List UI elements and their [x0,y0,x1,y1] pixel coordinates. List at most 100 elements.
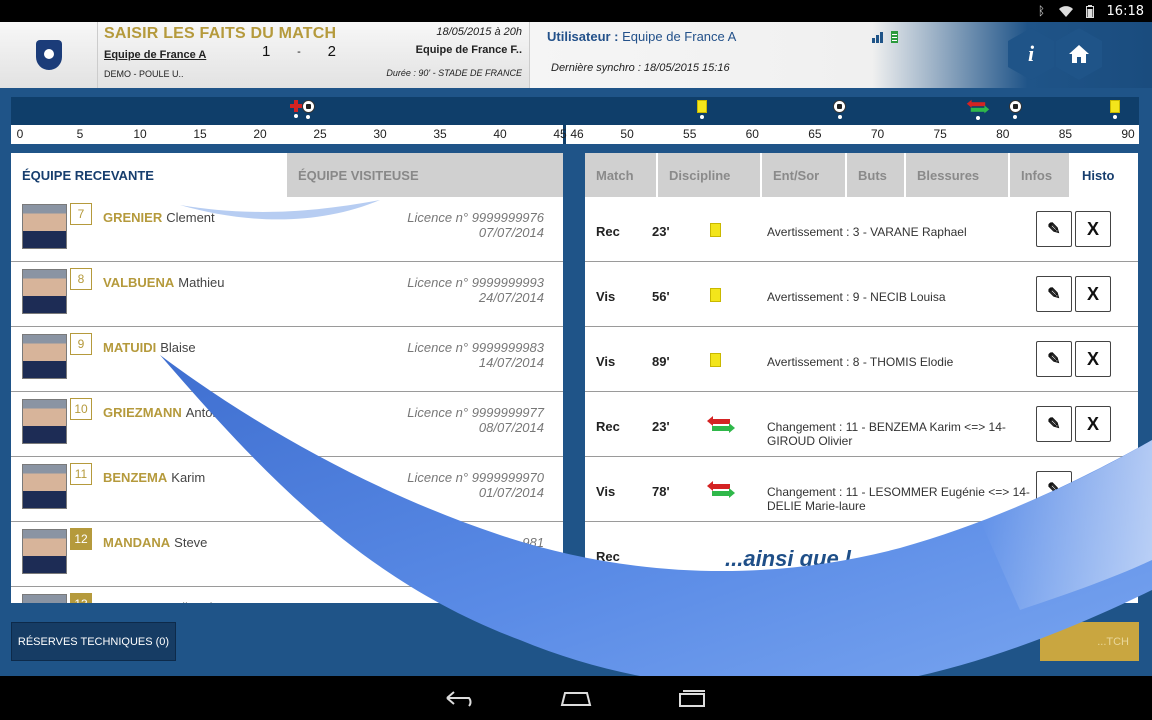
player-row[interactable]: 7 GRENIER Clement Licence n° 9999999976 07/0… [11,197,563,262]
tab-match[interactable]: Match [585,153,658,197]
delete-event-button[interactable]: X [1075,276,1111,312]
score: 1 - 2 [262,43,336,60]
player-row[interactable]: 12 MANDANA Steve ...981 [11,522,563,587]
player-row[interactable]: 8 VALBUENA Mathieu Licence n° 9999999993 24/… [11,262,563,327]
player-licence: Licence n° 9999999983 14/07/2014 [304,340,544,370]
timeline-tick: 20 [253,127,267,141]
timeline-tick: 85 [1058,127,1073,141]
home-nav-icon [560,692,592,706]
validate-match-button[interactable]: ...TCH [1040,622,1139,661]
close-icon: X [1086,283,1099,304]
edit-event-button[interactable]: ✎ [1036,471,1072,507]
app-screen: ᛒ 16:18 SAISIR LES FAITS DU MATCH 18/05/… [0,0,1152,720]
player-row[interactable]: 13 MANGALA Eliaquim Licence n° [11,587,563,603]
ball-icon [301,100,315,113]
info-icon: i [1027,41,1035,66]
page-title: SAISIR LES FAITS DU MATCH [104,25,337,42]
player-number: 12 [70,528,92,550]
tab-buts[interactable]: Buts [847,153,906,197]
event-row: Rec 23' Avertissement : 3 - VARANE Raphael… [585,197,1138,262]
event-row: Vis 56' Avertissement : 9 - NECIB Louisa ✎ X [585,262,1138,327]
timeline-tick: 65 [808,127,822,141]
player-number: 8 [70,268,92,290]
player-last-name: BENZEMA [103,470,168,485]
player-row[interactable]: 10 GRIEZMANN Antoi Licence n° 9999999977 08/… [11,392,563,457]
player-first-name: Mathieu [178,275,225,290]
timeline-tick: 0 [16,127,24,141]
player-last-name: MATUIDI [103,340,157,355]
team-tabs: ÉQUIPE RECEVANTE ÉQUIPE VISITEUSE [11,153,563,197]
delete-event-button[interactable]: X [1075,406,1111,442]
player-first-name: Clement [166,210,215,225]
licence-number: Licence n° [304,600,544,603]
match-events-panel: Match Discipline Ent/Sor Buts Blessures Infos… [585,153,1138,603]
player-first-name: Eliaquim [173,600,223,603]
back-button[interactable] [444,686,478,710]
home-icon [1069,45,1089,63]
home-nav-button[interactable] [558,686,594,710]
player-row[interactable]: 11 BENZEMA Karim Licence n° 9999999970 01/07… [11,457,563,522]
event-description: Avertissement : 8 - THOMIS Elodie [767,355,954,369]
licence-number: Licence n° 9999999983 [407,340,544,355]
timeline-event-goal[interactable] [1008,100,1022,122]
last-sync: Dernière synchro : 18/05/2015 15:16 [551,62,730,74]
event-description: Avertissement : 9 - NECIB Louisa [767,290,946,304]
event-row: Rec 23' Changement : 11 - BENZEMA Karim <=… [585,392,1138,457]
home-team-link[interactable]: Equipe de France A [104,49,206,61]
player-licence: Licence n° 9999999976 07/07/2014 [304,210,544,240]
player-licence: Licence n° [304,600,544,603]
match-timeline[interactable]: 0 5 10 15 20 25 30 35 40 45 46 50 55 60 65 70 75 80 85 90 [11,97,1139,144]
player-number: 13 [70,593,92,603]
pencil-icon: ✎ [1047,481,1061,498]
timeline-event-goal[interactable] [833,100,847,122]
pencil-icon: ✎ [1047,351,1061,368]
event-minute: 78' [652,484,670,499]
battery-level-icon [891,31,898,43]
player-name: GRENIER Clement [103,210,215,225]
delete-event-button[interactable]: X [1075,341,1111,377]
technical-reserves-button[interactable]: RÉSERVES TECHNIQUES (0) [11,622,176,661]
event-team: Vis [596,484,616,499]
event-team: Vis [596,354,616,369]
promo-text: ...ainsi que l [725,546,851,571]
recent-apps-button[interactable] [676,686,708,710]
timeline-event-yellow-card[interactable] [695,100,709,122]
player-photo [22,269,67,314]
close-icon: X [1086,413,1099,434]
player-number: 10 [70,398,92,420]
edit-event-button[interactable]: ✎ [1036,341,1072,377]
event-row: Vis 78' Changement : 11 - LESOMMER Eugénie… [585,457,1138,522]
tab-entsor[interactable]: Ent/Sor [762,153,847,197]
tab-away-team[interactable]: ÉQUIPE VISITEUSE [287,153,563,197]
event-team: Rec [596,224,620,239]
edit-event-button[interactable]: ✎ [1036,211,1072,247]
licence-number: Licence n° 9999999993 [407,275,544,290]
delete-event-button[interactable]: X [1075,211,1111,247]
tab-blessures[interactable]: Blessures [906,153,1010,197]
tab-discipline[interactable]: Discipline [658,153,762,197]
edit-event-button[interactable]: ✎ [1036,406,1072,442]
timeline-tick: 70 [870,127,885,141]
player-first-name: Steve [174,535,208,550]
player-photo [22,464,67,509]
timeline-event-substitution[interactable] [966,99,989,122]
timeline-tick: 25 [313,127,327,141]
player-last-name: GRIEZMANN [103,405,182,420]
yellow-card-icon [710,223,721,237]
event-team: Rec [596,549,620,564]
player-row[interactable]: 9 MATUIDI Blaise Licence n° 9999999983 14/07… [11,327,563,392]
player-first-name: Karim [171,470,206,485]
ball-icon [1008,100,1022,113]
player-last-name: MANDANA [103,535,171,550]
tab-histo[interactable]: Histo [1071,153,1136,197]
timeline-event-goal[interactable] [301,100,315,122]
bluetooth-icon: ᛒ [1037,4,1046,18]
edit-event-button[interactable]: ✎ [1036,276,1072,312]
yellow-card-icon [710,353,721,367]
tab-infos[interactable]: Infos [1010,153,1071,197]
player-name: BENZEMA Karim [103,470,205,485]
tab-home-team[interactable]: ÉQUIPE RECEVANTE [11,153,287,197]
system-nav-bar [0,676,1152,720]
timeline-event-yellow-card[interactable] [1108,100,1122,122]
event-list: Rec 23' Avertissement : 3 - VARANE Raphael… [585,197,1138,587]
